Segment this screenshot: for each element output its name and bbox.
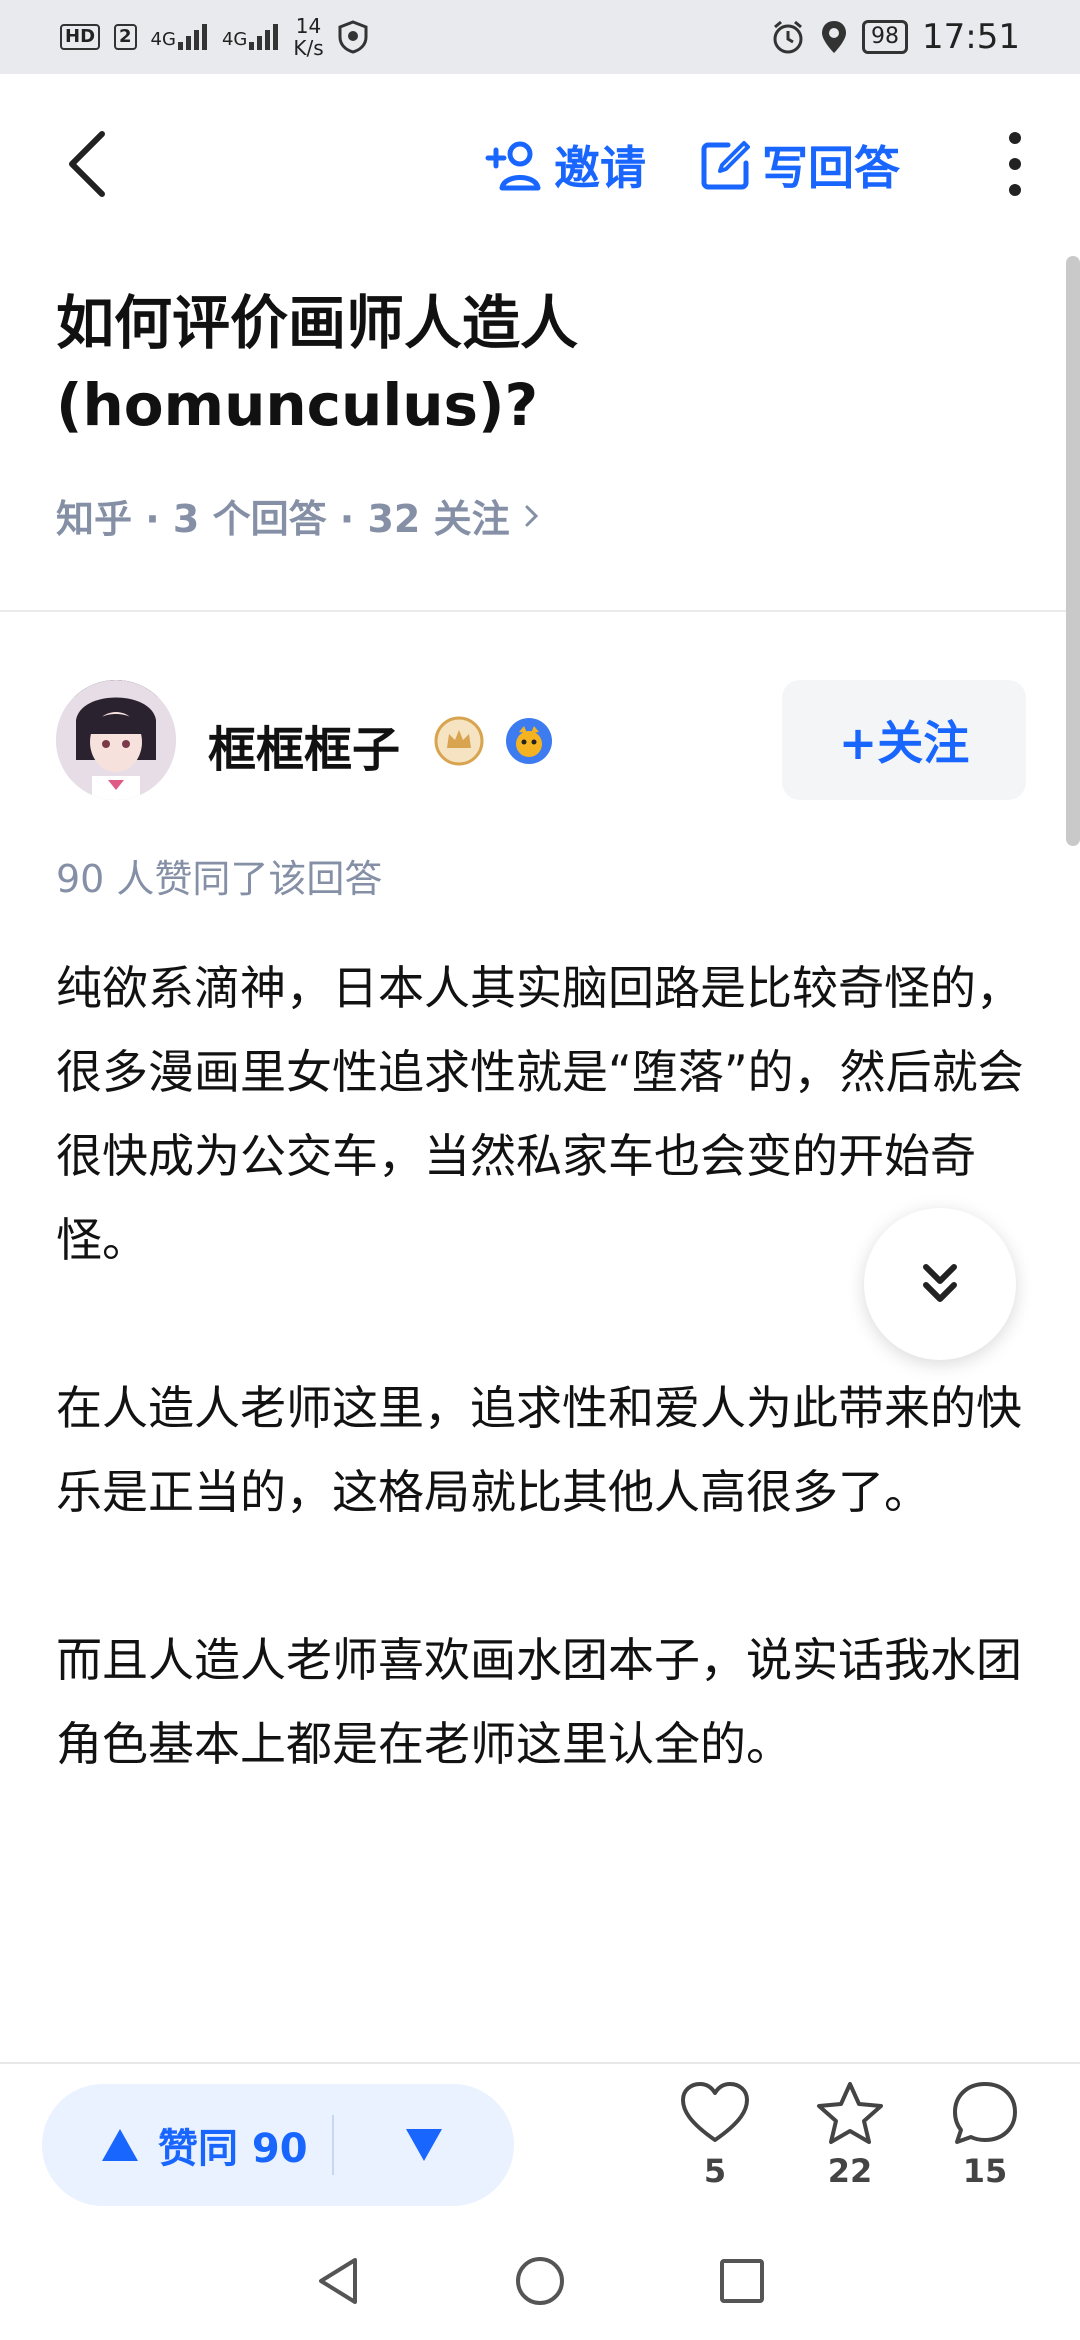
nav-recents-icon[interactable]: [717, 2256, 767, 2306]
back-button[interactable]: [56, 124, 126, 204]
crown-badge-icon: [434, 716, 484, 766]
upvote-label: 赞同 90: [158, 2126, 308, 2172]
write-answer-button[interactable]: 写回答: [700, 130, 900, 200]
triangle-up-icon: [102, 2129, 138, 2161]
comment-icon: [953, 2082, 1017, 2144]
invite-label: 邀请: [554, 141, 646, 195]
question-meta-text: 知乎 · 3 个回答 · 32 关注: [56, 497, 510, 541]
answer-content[interactable]: 纯欲系滴神，日本人其实脑回路是比较奇怪的，很多漫画里女性追求性就是“堕落”的，然…: [56, 946, 1036, 1870]
heart-icon: [681, 2082, 749, 2142]
bottom-action-bar: 赞同 90 5 22 15: [0, 2062, 1080, 2224]
scrollbar[interactable]: [1066, 256, 1080, 846]
write-answer-label: 写回答: [762, 141, 900, 195]
signal-bars-icon: [249, 24, 279, 50]
author-row: 框框框子 +关注: [56, 680, 1026, 800]
favorite-button[interactable]: 22: [800, 2080, 900, 2190]
comment-button[interactable]: 15: [935, 2080, 1035, 2190]
battery-icon: 98: [862, 20, 909, 54]
net-speed: 14 K/s: [293, 14, 324, 60]
star-icon: [817, 2082, 883, 2144]
more-vertical-icon: [1009, 132, 1021, 196]
invite-button[interactable]: 邀请: [484, 130, 646, 200]
avatar[interactable]: [56, 680, 176, 800]
signal-icon-1: 4G: [151, 24, 208, 50]
favorite-count: 22: [827, 2152, 873, 2190]
chevron-right-icon: [525, 505, 538, 526]
status-left: HD 2 4G 4G 14 K/s: [60, 15, 368, 59]
nav-back-icon[interactable]: [313, 2254, 363, 2308]
nav-home-icon[interactable]: [513, 2254, 567, 2308]
agree-count-text: 90 人赞同了该回答: [56, 857, 383, 901]
location-icon: [822, 21, 847, 53]
answer-paragraph: 而且人造人老师喜欢画水团本子，说实话我水团角色基本上都是在老师这里认全的。: [56, 1633, 1022, 1771]
system-nav-bar: [0, 2222, 1080, 2340]
double-chevron-down-icon: [923, 1264, 957, 1302]
divider: [0, 610, 1080, 612]
next-answer-button[interactable]: [864, 1208, 1016, 1360]
like-count: 5: [703, 2152, 727, 2190]
upvote-button[interactable]: 赞同 90: [42, 2116, 332, 2174]
downvote-button[interactable]: [334, 2127, 514, 2163]
triangle-down-icon: [406, 2129, 442, 2161]
add-user-icon: [485, 141, 541, 191]
shield-icon: [338, 20, 368, 54]
edit-icon: [701, 141, 750, 190]
mascot-badge-icon: [506, 718, 552, 764]
hd-indicator: HD: [60, 24, 101, 50]
like-button[interactable]: 5: [665, 2080, 765, 2190]
top-nav: 邀请 写回答: [0, 74, 1080, 254]
alarm-icon: [773, 20, 803, 54]
signal-icon-2: 4G: [222, 24, 279, 50]
status-bar: HD 2 4G 4G 14 K/s 98 17:51: [0, 0, 1080, 74]
sim-indicator: 2: [114, 24, 137, 50]
follow-button[interactable]: +关注: [782, 680, 1026, 800]
chevron-left-icon: [69, 131, 105, 197]
clock: 17:51: [922, 17, 1020, 57]
question-title[interactable]: 如何评价画师人造人(homunculus)?: [56, 282, 956, 446]
author-name[interactable]: 框框框子: [208, 710, 400, 780]
comment-count: 15: [962, 2152, 1008, 2190]
signal-bars-icon: [177, 24, 207, 50]
answer-paragraph: 在人造人老师这里，追求性和爱人为此带来的快乐是正当的，这格局就比其他人高很多了。: [56, 1381, 1022, 1519]
vote-pill: 赞同 90: [42, 2084, 514, 2206]
avatar-image: [56, 680, 176, 800]
question-meta[interactable]: 知乎 · 3 个回答 · 32 关注: [56, 488, 542, 543]
more-button[interactable]: [990, 124, 1040, 204]
status-right: 98 17:51: [770, 17, 1020, 57]
